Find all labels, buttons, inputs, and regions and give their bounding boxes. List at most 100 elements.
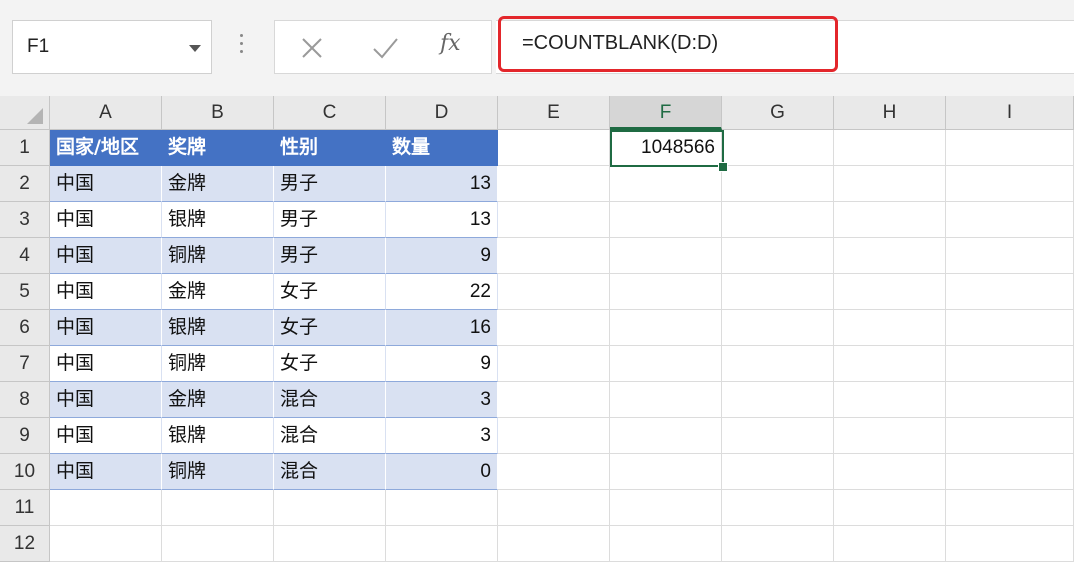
cell-f5[interactable] [610, 274, 722, 310]
row-header-12[interactable]: 12 [0, 526, 50, 562]
cell-a12[interactable] [50, 526, 162, 562]
cell-h6[interactable] [834, 310, 946, 346]
fill-handle[interactable] [718, 162, 728, 172]
table-cell[interactable]: 16 [386, 310, 498, 346]
cell-g1[interactable] [722, 130, 834, 166]
dropdown-arrow-icon[interactable] [189, 45, 201, 52]
column-header-f[interactable]: F [610, 96, 722, 130]
table-cell[interactable]: 0 [386, 454, 498, 490]
cell-g5[interactable] [722, 274, 834, 310]
table-header-cell[interactable]: 国家/地区 [50, 130, 162, 166]
cell-b12[interactable] [162, 526, 274, 562]
more-options-icon[interactable] [240, 34, 244, 60]
row-header-5[interactable]: 5 [0, 274, 50, 310]
cell-e11[interactable] [498, 490, 610, 526]
cell-f7[interactable] [610, 346, 722, 382]
cell-i1[interactable] [946, 130, 1074, 166]
cell-g11[interactable] [722, 490, 834, 526]
row-header-1[interactable]: 1 [0, 130, 50, 166]
select-all-corner[interactable] [0, 96, 50, 130]
cell-g3[interactable] [722, 202, 834, 238]
table-cell[interactable]: 22 [386, 274, 498, 310]
cell-e3[interactable] [498, 202, 610, 238]
table-cell[interactable]: 13 [386, 202, 498, 238]
table-header-cell[interactable]: 奖牌 [162, 130, 274, 166]
table-cell[interactable]: 混合 [274, 454, 386, 490]
cancel-icon[interactable] [297, 33, 327, 63]
table-cell[interactable]: 13 [386, 166, 498, 202]
table-cell[interactable]: 金牌 [162, 274, 274, 310]
cell-g4[interactable] [722, 238, 834, 274]
cell-e1[interactable] [498, 130, 610, 166]
cell-f9[interactable] [610, 418, 722, 454]
table-cell[interactable]: 女子 [274, 310, 386, 346]
cell-g7[interactable] [722, 346, 834, 382]
cell-h10[interactable] [834, 454, 946, 490]
cell-f12[interactable] [610, 526, 722, 562]
cell-h4[interactable] [834, 238, 946, 274]
cell-d12[interactable] [386, 526, 498, 562]
cell-i9[interactable] [946, 418, 1074, 454]
table-cell[interactable]: 中国 [50, 346, 162, 382]
cell-e10[interactable] [498, 454, 610, 490]
function-icon[interactable]: fx [440, 31, 470, 61]
column-header-d[interactable]: D [386, 96, 498, 130]
cell-i7[interactable] [946, 346, 1074, 382]
table-cell[interactable]: 中国 [50, 202, 162, 238]
cell-h9[interactable] [834, 418, 946, 454]
cell-e12[interactable] [498, 526, 610, 562]
cell-g2[interactable] [722, 166, 834, 202]
cell-e7[interactable] [498, 346, 610, 382]
cell-e2[interactable] [498, 166, 610, 202]
cell-h8[interactable] [834, 382, 946, 418]
cell-g8[interactable] [722, 382, 834, 418]
row-header-6[interactable]: 6 [0, 310, 50, 346]
cell-c12[interactable] [274, 526, 386, 562]
row-header-2[interactable]: 2 [0, 166, 50, 202]
row-header-9[interactable]: 9 [0, 418, 50, 454]
column-header-e[interactable]: E [498, 96, 610, 130]
table-cell[interactable]: 铜牌 [162, 346, 274, 382]
cell-h11[interactable] [834, 490, 946, 526]
enter-icon[interactable] [370, 33, 400, 63]
column-header-c[interactable]: C [274, 96, 386, 130]
table-cell[interactable]: 铜牌 [162, 454, 274, 490]
table-cell[interactable]: 中国 [50, 382, 162, 418]
cell-h3[interactable] [834, 202, 946, 238]
table-cell[interactable]: 中国 [50, 418, 162, 454]
row-header-4[interactable]: 4 [0, 238, 50, 274]
table-cell[interactable]: 银牌 [162, 202, 274, 238]
table-cell[interactable]: 铜牌 [162, 238, 274, 274]
cell-i3[interactable] [946, 202, 1074, 238]
cell-i5[interactable] [946, 274, 1074, 310]
table-cell[interactable]: 混合 [274, 418, 386, 454]
table-cell[interactable]: 9 [386, 238, 498, 274]
cell-b11[interactable] [162, 490, 274, 526]
cell-h12[interactable] [834, 526, 946, 562]
table-cell[interactable]: 金牌 [162, 166, 274, 202]
cell-g6[interactable] [722, 310, 834, 346]
column-header-a[interactable]: A [50, 96, 162, 130]
table-cell[interactable]: 中国 [50, 166, 162, 202]
table-cell[interactable]: 中国 [50, 454, 162, 490]
table-cell[interactable]: 中国 [50, 274, 162, 310]
cell-e9[interactable] [498, 418, 610, 454]
table-header-cell[interactable]: 性别 [274, 130, 386, 166]
cell-i8[interactable] [946, 382, 1074, 418]
row-header-11[interactable]: 11 [0, 490, 50, 526]
column-header-h[interactable]: H [834, 96, 946, 130]
cell-h7[interactable] [834, 346, 946, 382]
table-cell[interactable]: 男子 [274, 238, 386, 274]
cell-i2[interactable] [946, 166, 1074, 202]
table-header-cell[interactable]: 数量 [386, 130, 498, 166]
column-header-b[interactable]: B [162, 96, 274, 130]
cell-f3[interactable] [610, 202, 722, 238]
table-cell[interactable]: 女子 [274, 274, 386, 310]
table-cell[interactable]: 中国 [50, 310, 162, 346]
cell-e8[interactable] [498, 382, 610, 418]
table-cell[interactable]: 女子 [274, 346, 386, 382]
cell-d11[interactable] [386, 490, 498, 526]
cell-g10[interactable] [722, 454, 834, 490]
cell-h5[interactable] [834, 274, 946, 310]
cell-i4[interactable] [946, 238, 1074, 274]
